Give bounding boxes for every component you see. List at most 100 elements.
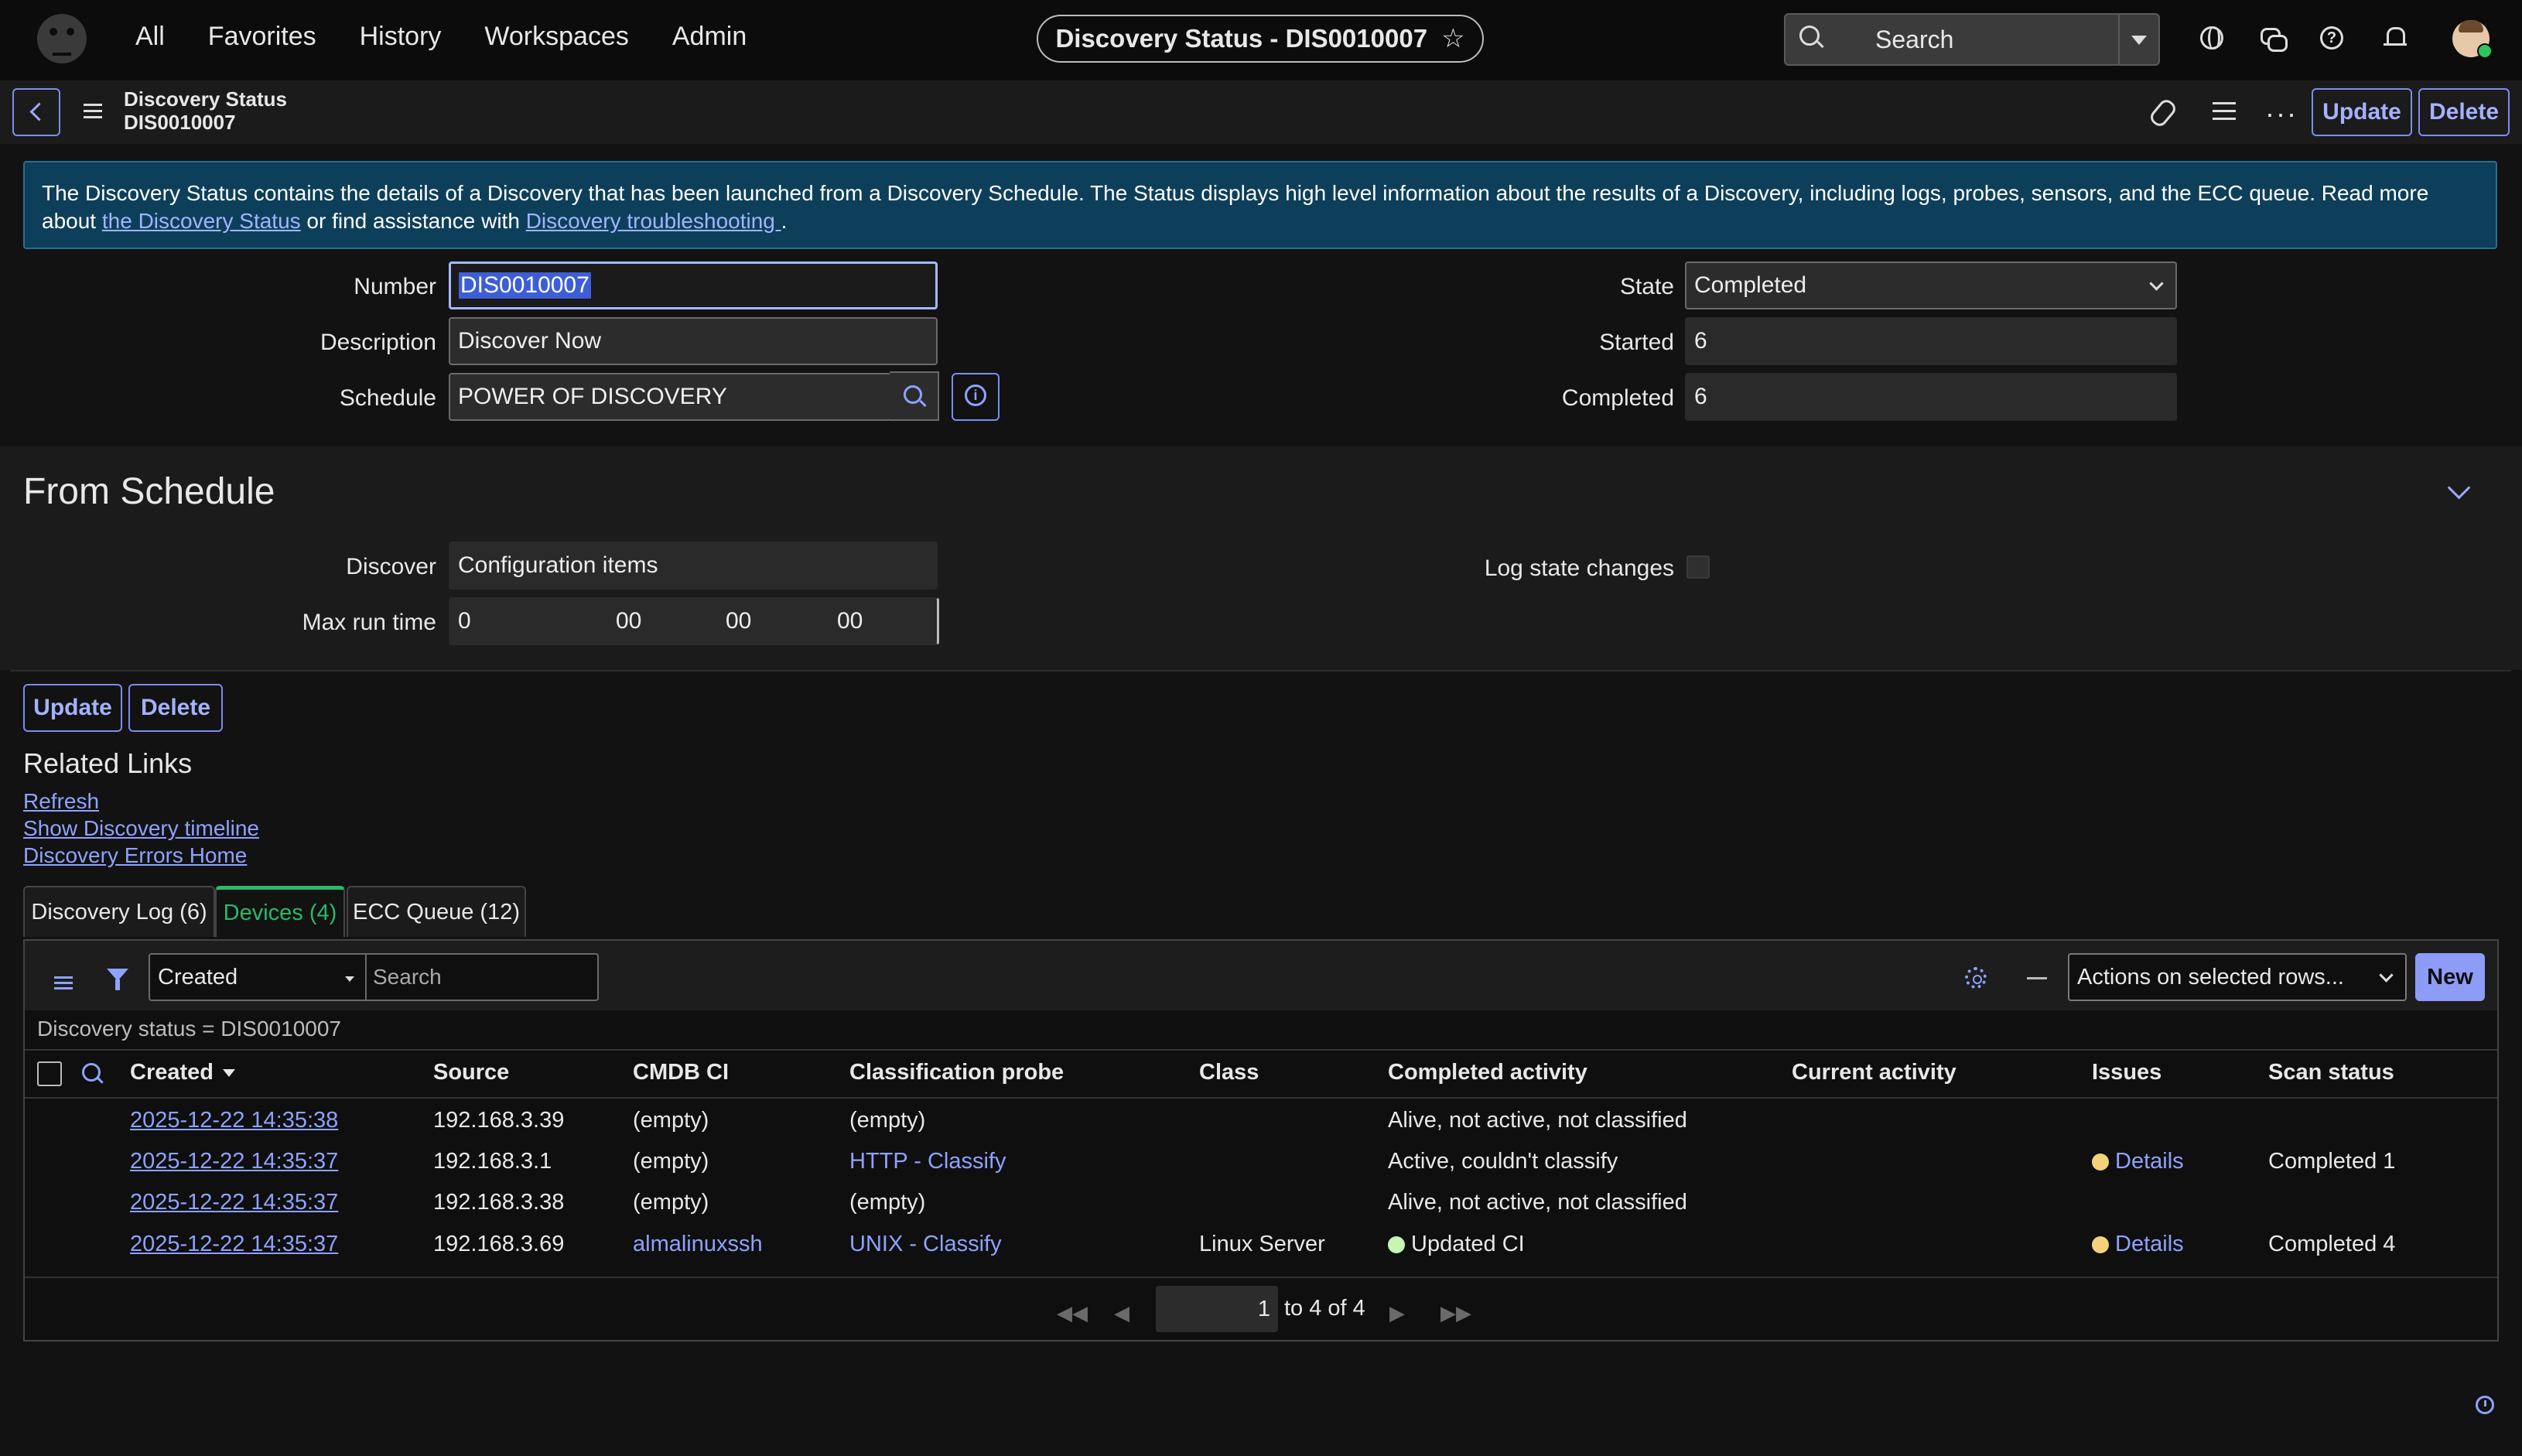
tab-ecc-queue[interactable]: ECC Queue (12)	[347, 886, 526, 937]
refresh-link[interactable]: Refresh	[23, 789, 99, 814]
row-scan-status: Completed 4	[2268, 1232, 2396, 1256]
list-menu-icon[interactable]	[54, 976, 73, 979]
tab-discovery-log[interactable]: Discovery Log (6)	[23, 886, 215, 937]
first-page-icon[interactable]: ◀◀	[1057, 1301, 1088, 1325]
max-run-seconds: 00	[837, 608, 863, 634]
max-run-time-label: Max run time	[302, 610, 436, 635]
main-menu: All Favorites History Workspaces Admin	[135, 22, 747, 52]
row-probe-link[interactable]: HTTP - Classify	[849, 1149, 1006, 1174]
section-title: From Schedule	[23, 471, 275, 512]
row-issues[interactable]: Details	[2092, 1149, 2184, 1174]
menu-favorites[interactable]: Favorites	[208, 22, 316, 52]
form-menu-icon[interactable]	[84, 104, 102, 106]
row-cmdb-ci-link[interactable]: almalinuxssh	[633, 1232, 763, 1257]
col-classification-probe[interactable]: Classification probe	[849, 1060, 1064, 1085]
state-label: State	[1619, 274, 1674, 299]
list-search-input[interactable]: Search	[367, 953, 599, 1001]
record-title-pill[interactable]: Discovery Status - DIS0010007 ☆	[1037, 15, 1484, 63]
row-completed-activity: Alive, not active, not classified	[1388, 1108, 1687, 1133]
menu-admin[interactable]: Admin	[672, 22, 747, 52]
form-title-number: DIS0010007	[124, 111, 236, 134]
breadcrumb[interactable]: Discovery status = DIS0010007	[37, 1017, 341, 1041]
menu-history[interactable]: History	[360, 22, 442, 52]
col-current-activity[interactable]: Current activity	[1792, 1060, 1956, 1085]
update-button[interactable]: Update	[23, 684, 122, 732]
chat-icon[interactable]	[2261, 26, 2288, 52]
gear-icon[interactable]	[1965, 967, 1987, 989]
logo-icon[interactable]	[37, 14, 87, 63]
filter-icon[interactable]	[107, 969, 128, 990]
state-select[interactable]: Completed	[1685, 261, 2177, 309]
discovery-errors-link[interactable]: Discovery Errors Home	[23, 843, 247, 868]
next-page-icon[interactable]: ▶	[1389, 1301, 1405, 1325]
search-field-select[interactable]: Created	[149, 953, 367, 1001]
star-icon[interactable]: ☆	[1441, 23, 1464, 54]
actions-select[interactable]: Actions on selected rows...	[2068, 953, 2407, 1001]
select-all-checkbox[interactable]	[37, 1061, 62, 1086]
description-field[interactable]: Discover Now	[449, 317, 938, 365]
discovery-timeline-link[interactable]: Show Discovery timeline	[23, 816, 259, 841]
tab-devices[interactable]: Devices (4)	[215, 886, 345, 937]
personalize-icon[interactable]	[2213, 102, 2236, 104]
col-cmdb-ci[interactable]: CMDB CI	[633, 1060, 729, 1085]
row-source: 192.168.3.39	[433, 1108, 565, 1133]
prev-page-icon[interactable]: ◀	[1114, 1301, 1129, 1325]
search-scope-dropdown[interactable]	[2118, 15, 2158, 64]
column-search-icon[interactable]	[82, 1063, 101, 1082]
clock-icon[interactable]	[2476, 1396, 2494, 1414]
row-issues[interactable]: Details	[2092, 1232, 2184, 1257]
global-search-label: Search	[1875, 26, 1954, 53]
max-run-minutes: 00	[726, 608, 752, 634]
menu-workspaces[interactable]: Workspaces	[484, 22, 628, 52]
schedule-field[interactable]: POWER OF DISCOVERY	[449, 373, 891, 421]
related-links-title: Related Links	[23, 747, 193, 779]
row-class: Linux Server	[1199, 1232, 1325, 1256]
new-button[interactable]: New	[2415, 953, 2485, 1001]
header-bottom-divider	[25, 1097, 2497, 1099]
troubleshooting-link[interactable]: Discovery troubleshooting	[526, 209, 781, 233]
header-delete-button[interactable]: Delete	[2418, 88, 2510, 136]
avatar[interactable]	[2452, 20, 2493, 59]
col-source[interactable]: Source	[433, 1060, 509, 1085]
log-state-changes-checkbox[interactable]	[1686, 555, 1710, 579]
col-issues[interactable]: Issues	[2092, 1060, 2161, 1085]
col-scan-status[interactable]: Scan status	[2268, 1060, 2394, 1085]
delete-button[interactable]: Delete	[128, 684, 223, 732]
details-link[interactable]: Details	[2115, 1149, 2184, 1174]
schedule-label: Schedule	[339, 385, 436, 411]
last-page-icon[interactable]: ▶▶	[1440, 1301, 1471, 1325]
row-created-link[interactable]: 2025-12-22 14:35:37	[130, 1232, 338, 1257]
number-label: Number	[354, 274, 436, 299]
col-completed-activity[interactable]: Completed activity	[1388, 1060, 1587, 1085]
row-created-link[interactable]: 2025-12-22 14:35:37	[130, 1190, 338, 1215]
back-button[interactable]	[12, 88, 60, 136]
row-scan-status: Completed 1	[2268, 1149, 2396, 1174]
globe-icon[interactable]	[2200, 26, 2223, 50]
header-update-button[interactable]: Update	[2312, 88, 2412, 136]
log-state-changes-label: Log state changes	[1484, 555, 1674, 581]
page-input[interactable]: 1	[1156, 1286, 1278, 1332]
collapse-icon[interactable]	[2027, 977, 2047, 979]
discovery-status-link[interactable]: the Discovery Status	[102, 209, 301, 233]
number-field[interactable]: DIS0010007	[449, 261, 938, 309]
status-dot-icon	[1388, 1236, 1405, 1253]
schedule-info-icon[interactable]	[952, 373, 1000, 421]
more-options-icon[interactable]: ···	[2265, 97, 2298, 130]
max-run-hours: 00	[616, 608, 642, 634]
help-icon[interactable]: ?	[2320, 26, 2343, 50]
row-completed-activity: Updated CI	[1388, 1232, 1525, 1257]
global-search[interactable]: Search	[1784, 13, 2160, 66]
row-completed-activity: Alive, not active, not classified	[1388, 1190, 1687, 1215]
row-cmdb-ci: (empty)	[633, 1108, 709, 1133]
started-label: Started	[1599, 330, 1674, 355]
col-class[interactable]: Class	[1199, 1060, 1259, 1085]
row-probe-link[interactable]: UNIX - Classify	[849, 1232, 1002, 1257]
schedule-lookup-icon[interactable]	[890, 371, 939, 421]
col-created[interactable]: Created	[130, 1060, 235, 1085]
row-created-link[interactable]: 2025-12-22 14:35:38	[130, 1108, 338, 1133]
bell-icon[interactable]	[2384, 26, 2407, 50]
menu-all[interactable]: All	[135, 22, 165, 52]
row-cmdb-ci: (empty)	[633, 1149, 709, 1174]
details-link[interactable]: Details	[2115, 1232, 2184, 1256]
row-created-link[interactable]: 2025-12-22 14:35:37	[130, 1149, 338, 1174]
